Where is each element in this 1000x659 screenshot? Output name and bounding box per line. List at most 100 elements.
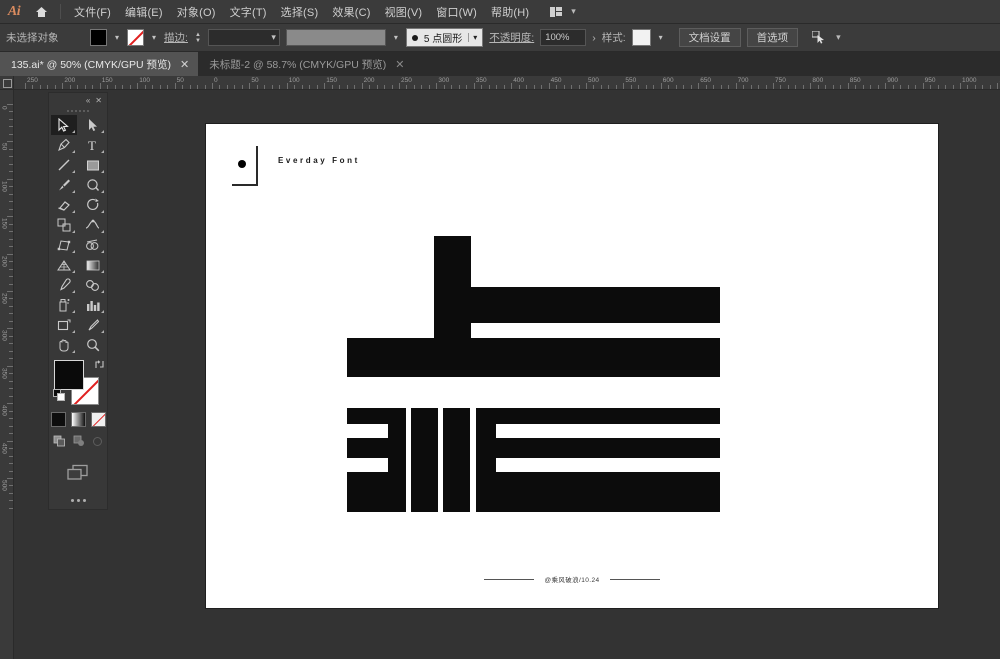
ruler-tick: [7, 478, 13, 479]
change-screen-mode-icon[interactable]: [66, 464, 90, 486]
menu-object[interactable]: 对象(O): [170, 1, 223, 23]
graphic-style-swatch[interactable]: [631, 29, 651, 46]
ruler-label: 150: [326, 77, 338, 84]
artboard[interactable]: Everday Font @乘风破浪/10.24: [206, 124, 938, 608]
ruler-tick: [436, 83, 438, 89]
style-chevron-down-icon[interactable]: ▾: [657, 33, 665, 42]
preferences-button[interactable]: 首选项: [746, 28, 799, 47]
ruler-tick: [7, 253, 13, 255]
menu-file[interactable]: 文件(F): [67, 1, 118, 23]
ruler-label: 850: [849, 77, 861, 84]
fill-chevron-down-icon[interactable]: ▾: [113, 33, 121, 42]
direct-selection-tool[interactable]: [80, 115, 106, 135]
menu-edit[interactable]: 编辑(E): [118, 1, 170, 23]
profile-chevron-down-icon[interactable]: ▾: [392, 33, 400, 42]
selection-tool[interactable]: [50, 115, 77, 135]
ruler-tick: [286, 83, 288, 89]
ruler-label: 150: [101, 77, 113, 84]
document-tab-1-close-icon[interactable]: ✕: [180, 58, 189, 71]
rotate-tool[interactable]: [80, 195, 106, 215]
gradient-tool[interactable]: [80, 255, 106, 275]
line-segment-tool[interactable]: [51, 155, 77, 175]
paintbrush-tool[interactable]: [51, 175, 77, 195]
document-tab-1[interactable]: 135.ai* @ 50% (CMYK/GPU 预览) ✕: [0, 52, 199, 76]
arrange-chevron-down-icon[interactable]: ▾: [571, 6, 576, 17]
shaper-tool[interactable]: [80, 175, 106, 195]
fill-color-swatch[interactable]: [90, 29, 107, 46]
ruler-label: 150: [0, 218, 8, 230]
glyph-artwork[interactable]: [206, 124, 938, 608]
color-mode-button[interactable]: [50, 412, 66, 427]
type-tool[interactable]: T: [80, 135, 106, 155]
ruler-tick: [7, 104, 13, 105]
opacity-options-arrow-icon[interactable]: ›: [592, 32, 596, 44]
scale-tool[interactable]: [51, 215, 77, 235]
eraser-tool[interactable]: [51, 195, 77, 215]
menu-help[interactable]: 帮助(H): [484, 1, 536, 23]
opacity-input[interactable]: 100%: [540, 29, 587, 46]
pen-tool[interactable]: [51, 135, 77, 155]
artboard-tool[interactable]: [51, 315, 77, 335]
ruler-tick: [810, 83, 812, 89]
menu-view[interactable]: 视图(V): [378, 1, 430, 23]
stroke-weight-dropdown[interactable]: ▾: [207, 29, 280, 46]
drawing-modes-row: [53, 434, 103, 452]
document-tab-2-close-icon[interactable]: ✕: [395, 58, 404, 71]
brush-definition-label: 5 点圆形: [423, 34, 463, 45]
menu-type[interactable]: 文字(T): [223, 1, 274, 23]
collapse-panel-icon[interactable]: «: [86, 96, 90, 105]
panel-grip[interactable]: [49, 107, 107, 115]
draw-normal-mode-icon[interactable]: [53, 434, 66, 452]
ruler-label: 650: [700, 77, 712, 84]
perspective-grid-tool[interactable]: [51, 255, 77, 275]
symbol-sprayer-tool[interactable]: [51, 295, 77, 315]
variable-width-profile-dropdown[interactable]: [285, 29, 386, 46]
close-panel-icon[interactable]: ✕: [95, 96, 102, 105]
illustrator-window: Ai 文件(F) 编辑(E) 对象(O) 文字(T) 选择(S) 效果(C) 视…: [0, 0, 1000, 659]
ruler-label: 50: [0, 143, 8, 151]
menu-select[interactable]: 选择(S): [274, 1, 326, 23]
ruler-tick: [847, 83, 849, 89]
arrange-documents-icon[interactable]: [550, 6, 563, 17]
slice-tool[interactable]: [80, 315, 106, 335]
menu-window[interactable]: 窗口(W): [429, 1, 484, 23]
ruler-label: 500: [0, 480, 8, 491]
canvas-area[interactable]: Everday Font @乘风破浪/10.24: [14, 90, 1000, 659]
stroke-weight-stepper[interactable]: ▲ ▼: [194, 32, 202, 44]
ruler-tick: [99, 83, 101, 89]
blend-tool[interactable]: [80, 275, 106, 295]
free-transform-tool[interactable]: [51, 235, 77, 255]
brush-definition-dropdown[interactable]: 5 点圆形 ▾: [405, 28, 484, 47]
ruler-label: 200: [64, 77, 76, 84]
draw-behind-mode-icon[interactable]: [73, 434, 85, 452]
tools-panel-header: « ✕: [49, 93, 107, 107]
ruler-origin-corner[interactable]: [0, 76, 14, 90]
menu-effect[interactable]: 效果(C): [325, 1, 377, 23]
ruler-tick: [25, 83, 26, 89]
ruler-tick: [249, 83, 251, 89]
none-mode-button[interactable]: [90, 412, 106, 427]
toolbar-fill-swatch[interactable]: [54, 360, 84, 390]
edit-toolbar-icon[interactable]: [70, 499, 86, 502]
draw-inside-mode-icon[interactable]: [92, 434, 103, 452]
rectangle-tool[interactable]: [80, 155, 106, 175]
shape-builder-tool[interactable]: [80, 235, 106, 255]
home-icon[interactable]: [28, 6, 54, 18]
gradient-mode-button[interactable]: [70, 412, 86, 427]
zoom-tool[interactable]: [80, 335, 106, 355]
stroke-chevron-down-icon[interactable]: ▾: [150, 33, 158, 42]
ruler-tick: [174, 83, 176, 89]
document-tab-2[interactable]: 未标题-2 @ 58.7% (CMYK/GPU 预览) ✕: [198, 52, 414, 76]
hand-tool[interactable]: [51, 335, 77, 355]
stroke-color-swatch[interactable]: [127, 29, 145, 46]
select-cursor-icon[interactable]: [812, 31, 825, 44]
eyedropper-tool[interactable]: [51, 275, 77, 295]
column-graph-tool[interactable]: [80, 295, 106, 315]
horizontal-ruler[interactable]: 250 200 150 100 50 0 50 100 150 200 250 300 350 400 45…: [14, 76, 1000, 90]
default-fill-stroke-icon[interactable]: [53, 389, 66, 407]
swap-fill-stroke-icon[interactable]: [94, 359, 105, 373]
cursor-chevron-down-icon[interactable]: ▾: [836, 32, 841, 43]
vertical-ruler[interactable]: 0 50 100 150 200 250 300 350 400 450 500: [0, 90, 14, 659]
width-tool[interactable]: [80, 215, 106, 235]
document-setup-button[interactable]: 文档设置: [678, 28, 741, 47]
